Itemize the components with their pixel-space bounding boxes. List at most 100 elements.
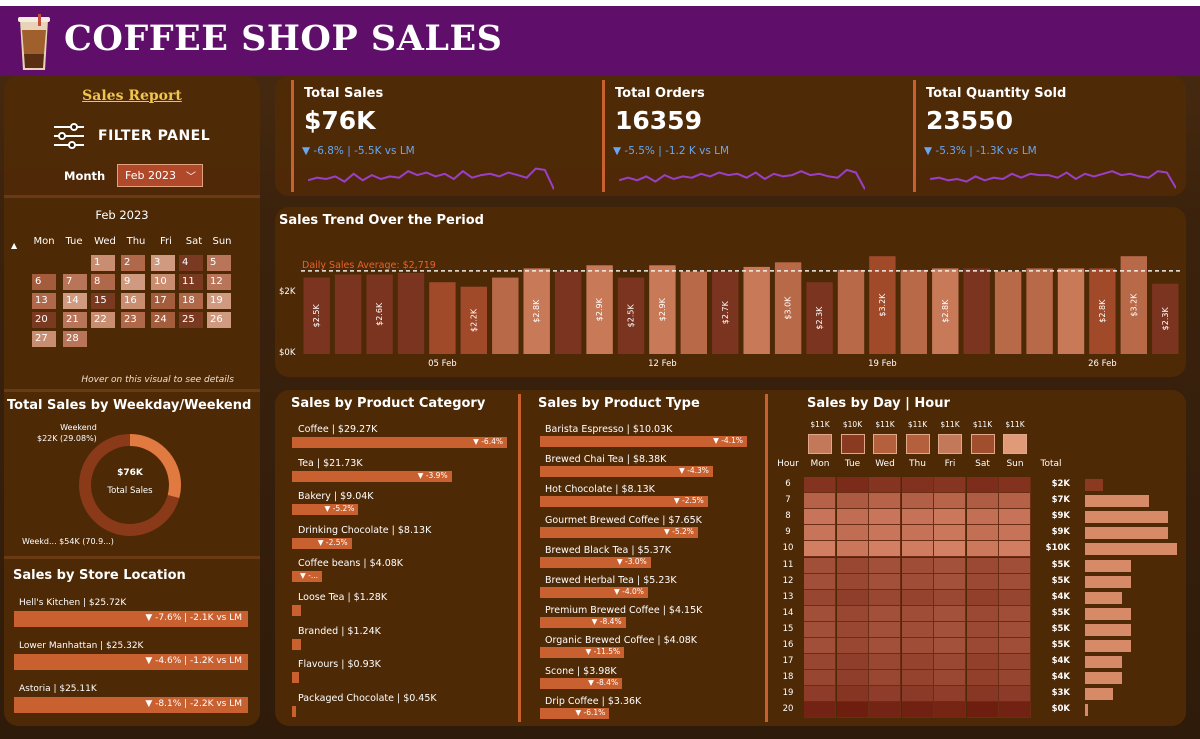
- heatmap-cell[interactable]: [901, 686, 934, 703]
- heatmap-cell[interactable]: [966, 702, 999, 719]
- calendar-day[interactable]: 14: [63, 293, 87, 309]
- heatmap-cell[interactable]: [836, 573, 869, 590]
- heatmap-cell[interactable]: [966, 670, 999, 687]
- heatmap-cell[interactable]: [934, 654, 966, 671]
- heatmap-cell[interactable]: [869, 686, 901, 703]
- hour-total-bar[interactable]: [1085, 640, 1131, 652]
- product-type-bar[interactable]: ▼ -8.4%: [540, 617, 626, 629]
- heatmap-cell[interactable]: [934, 686, 966, 703]
- heatmap-cell[interactable]: [999, 477, 1031, 493]
- day-total-cell[interactable]: [808, 434, 832, 454]
- heatmap-cell[interactable]: [934, 702, 966, 719]
- trend-bar[interactable]: [994, 271, 1022, 355]
- heatmap-cell[interactable]: [999, 670, 1031, 687]
- heatmap-cell[interactable]: [966, 493, 999, 510]
- heatmap-cell[interactable]: [836, 493, 869, 510]
- month-dropdown[interactable]: Feb 2023 ﹀: [117, 164, 203, 187]
- calendar-day[interactable]: 7: [63, 274, 87, 290]
- heatmap-cell[interactable]: [934, 589, 966, 606]
- heatmap-cell[interactable]: [901, 557, 934, 574]
- heatmap-cell[interactable]: [901, 493, 934, 510]
- heatmap-cell[interactable]: [869, 557, 901, 574]
- category-bar[interactable]: ▼ -5.2%: [292, 504, 359, 516]
- category-bar[interactable]: ▼ -6.4%: [292, 437, 507, 448]
- weekday-weekend-donut[interactable]: [77, 432, 183, 538]
- heatmap-cell[interactable]: [869, 654, 901, 671]
- heatmap-cell[interactable]: [836, 621, 869, 638]
- heatmap-cell[interactable]: [901, 621, 934, 638]
- hour-total-bar[interactable]: [1085, 559, 1131, 572]
- calendar-day[interactable]: 27: [32, 331, 56, 347]
- day-total-cell[interactable]: [873, 434, 897, 454]
- heatmap-cell[interactable]: [999, 654, 1031, 671]
- heatmap-cell[interactable]: [804, 557, 836, 574]
- calendar-day[interactable]: 12: [207, 274, 231, 290]
- heatmap-cell[interactable]: [869, 493, 901, 510]
- heatmap-cell[interactable]: [869, 541, 901, 558]
- calendar-day[interactable]: 6: [32, 274, 56, 290]
- heatmap-cell[interactable]: [869, 670, 901, 687]
- hour-total-bar[interactable]: [1085, 688, 1113, 701]
- calendar-day[interactable]: 20: [32, 312, 56, 328]
- heatmap-cell[interactable]: [804, 638, 836, 654]
- category-bar[interactable]: ▼ -...: [292, 571, 322, 583]
- heatmap-cell[interactable]: [901, 654, 934, 671]
- day-total-cell[interactable]: [905, 434, 930, 454]
- heatmap-cell[interactable]: [901, 670, 934, 687]
- heatmap-cell[interactable]: [966, 541, 999, 558]
- heatmap-cell[interactable]: [934, 493, 966, 510]
- heatmap-cell[interactable]: [966, 589, 999, 606]
- trend-bar[interactable]: [743, 266, 770, 354]
- heatmap-cell[interactable]: [804, 493, 836, 510]
- trend-bar[interactable]: [334, 274, 362, 355]
- calendar-day[interactable]: 25: [179, 312, 203, 328]
- product-type-bar[interactable]: ▼ -3.0%: [540, 556, 651, 568]
- calendar-day[interactable]: 16: [121, 293, 145, 309]
- product-type-bar[interactable]: ▼ -4.1%: [540, 436, 747, 447]
- product-type-bar[interactable]: ▼ -11.5%: [540, 647, 625, 659]
- heatmap-cell[interactable]: [966, 557, 999, 574]
- heatmap-cell[interactable]: [901, 589, 934, 606]
- heatmap-cell[interactable]: [934, 509, 966, 526]
- heatmap-cell[interactable]: [804, 525, 836, 542]
- heatmap-cell[interactable]: [901, 541, 934, 558]
- sales-trend-chart[interactable]: $2.5K $2.6K $2.2K $2.8K $2.9K $2.5K $2.9K $2.7K…: [275, 207, 1186, 377]
- heatmap-cell[interactable]: [836, 557, 869, 574]
- calendar-day[interactable]: 3: [151, 255, 175, 271]
- day-total-cell[interactable]: [840, 434, 865, 454]
- heatmap-cell[interactable]: [934, 541, 966, 558]
- heatmap-cell[interactable]: [901, 638, 934, 654]
- heatmap-cell[interactable]: [804, 654, 836, 671]
- calendar-day[interactable]: 2: [121, 255, 145, 271]
- calendar-day[interactable]: 10: [151, 274, 175, 290]
- heatmap-cell[interactable]: [836, 605, 869, 622]
- heatmap-cell[interactable]: [999, 573, 1031, 590]
- calendar-day[interactable]: 9: [121, 274, 145, 290]
- hour-total-bar[interactable]: [1085, 479, 1104, 491]
- hour-total-bar[interactable]: [1085, 672, 1122, 685]
- heatmap-cell[interactable]: [804, 573, 836, 590]
- trend-bar[interactable]: [554, 271, 582, 355]
- heatmap-cell[interactable]: [836, 589, 869, 606]
- calendar-day[interactable]: 21: [63, 312, 87, 328]
- heatmap-cell[interactable]: [999, 493, 1031, 510]
- heatmap-cell[interactable]: [836, 541, 869, 558]
- trend-bar[interactable]: [900, 269, 927, 354]
- calendar-day[interactable]: 22: [91, 312, 115, 328]
- heatmap-cell[interactable]: [836, 525, 869, 542]
- trend-bar[interactable]: [963, 268, 990, 354]
- day-total-cell[interactable]: [970, 434, 995, 454]
- hour-total-bar[interactable]: [1085, 591, 1122, 604]
- heatmap-cell[interactable]: [999, 525, 1031, 542]
- category-bar[interactable]: [292, 638, 302, 650]
- heatmap-cell[interactable]: [901, 525, 934, 542]
- calendar-day[interactable]: 11: [179, 274, 203, 290]
- heatmap-cell[interactable]: [804, 686, 836, 703]
- kpi-card[interactable]: Total Sales $76K ▼ -6.8% | -5.5K vs LM: [291, 80, 591, 192]
- heatmap-cell[interactable]: [804, 541, 836, 558]
- heatmap-cell[interactable]: [966, 605, 999, 622]
- heatmap-cell[interactable]: [836, 654, 869, 671]
- heatmap-cell[interactable]: [966, 573, 999, 590]
- heatmap-cell[interactable]: [934, 638, 966, 654]
- heatmap-cell[interactable]: [934, 525, 966, 542]
